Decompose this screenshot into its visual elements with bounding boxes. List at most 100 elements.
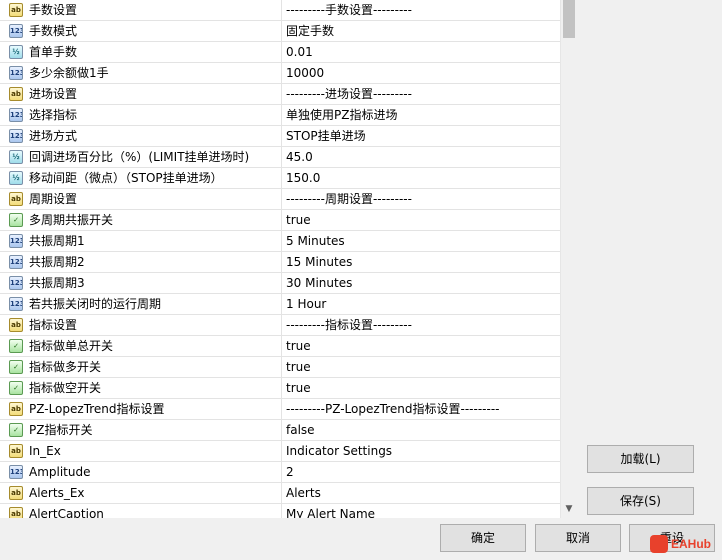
parameter-row[interactable]: 123 选择指标 单独使用PZ指标进场 xyxy=(0,105,560,126)
parameter-value[interactable]: Indicator Settings xyxy=(286,441,556,462)
double-type-icon: ½ xyxy=(9,171,23,185)
parameter-row[interactable]: ✓ 多周期共振开关 true xyxy=(0,210,560,231)
parameter-row[interactable]: ab 指标设置 ---------指标设置--------- xyxy=(0,315,560,336)
column-divider xyxy=(281,0,282,21)
parameter-row[interactable]: ab 进场设置 ---------进场设置--------- xyxy=(0,84,560,105)
parameter-value[interactable]: Alerts xyxy=(286,483,556,504)
parameter-name: 多周期共振开关 xyxy=(29,213,114,227)
string-type-icon: ab xyxy=(9,3,23,17)
parameter-name: 共振周期2 xyxy=(29,255,85,269)
parameter-value[interactable]: 15 Minutes xyxy=(286,252,556,273)
parameter-name: Amplitude xyxy=(29,465,91,479)
vertical-scrollbar[interactable]: ▼ xyxy=(560,0,576,518)
parameter-value[interactable]: ---------PZ-LopezTrend指标设置--------- xyxy=(286,399,556,420)
parameter-row[interactable]: ✓ 指标做多开关 true xyxy=(0,357,560,378)
column-divider xyxy=(281,357,282,378)
parameter-value[interactable]: ---------周期设置--------- xyxy=(286,189,556,210)
parameter-value[interactable]: 30 Minutes xyxy=(286,273,556,294)
parameter-name: AlertCaption xyxy=(29,507,104,518)
parameter-name: 若共振关闭时的运行周期 xyxy=(29,297,162,311)
bool-type-icon: ✓ xyxy=(9,381,23,395)
parameter-name: 移动间距（微点）（STOP挂单进场） xyxy=(29,171,223,185)
parameter-row[interactable]: 123 共振周期1 5 Minutes xyxy=(0,231,560,252)
bool-type-icon: ✓ xyxy=(9,339,23,353)
parameter-value[interactable]: ---------手数设置--------- xyxy=(286,0,556,21)
parameter-row[interactable]: 123 Amplitude 2 xyxy=(0,462,560,483)
parameter-value[interactable]: 固定手数 xyxy=(286,21,556,42)
parameter-name: 共振周期3 xyxy=(29,276,85,290)
parameter-row[interactable]: 123 进场方式 STOP挂单进场 xyxy=(0,126,560,147)
parameter-value[interactable]: 0.01 xyxy=(286,42,556,63)
parameter-name: 手数设置 xyxy=(29,3,78,17)
column-divider xyxy=(281,147,282,168)
string-type-icon: ab xyxy=(9,486,23,500)
parameter-name: 选择指标 xyxy=(29,108,78,122)
parameter-value[interactable]: false xyxy=(286,420,556,441)
parameter-name: Alerts_Ex xyxy=(29,486,85,500)
parameter-value[interactable]: 150.0 xyxy=(286,168,556,189)
column-divider xyxy=(281,189,282,210)
save-button[interactable]: 保存(S) xyxy=(587,487,694,515)
parameter-row[interactable]: ab 手数设置 ---------手数设置--------- xyxy=(0,0,560,21)
column-divider xyxy=(281,252,282,273)
parameter-value[interactable]: true xyxy=(286,210,556,231)
integer-type-icon: 123 xyxy=(9,297,23,311)
parameter-name: 多少余额做1手 xyxy=(29,66,109,80)
column-divider xyxy=(281,168,282,189)
ok-button[interactable]: 确定 xyxy=(440,524,526,552)
column-divider xyxy=(281,273,282,294)
parameter-value[interactable]: 5 Minutes xyxy=(286,231,556,252)
parameter-value[interactable]: true xyxy=(286,357,556,378)
parameter-value[interactable]: 2 xyxy=(286,462,556,483)
parameter-row[interactable]: ✓ 指标做空开关 true xyxy=(0,378,560,399)
parameter-row[interactable]: ab AlertCaption My Alert Name xyxy=(0,504,560,518)
column-divider xyxy=(281,399,282,420)
string-type-icon: ab xyxy=(9,318,23,332)
parameter-name: PZ指标开关 xyxy=(29,423,93,437)
column-divider xyxy=(281,42,282,63)
parameter-row[interactable]: ab 周期设置 ---------周期设置--------- xyxy=(0,189,560,210)
parameter-value[interactable]: ---------进场设置--------- xyxy=(286,84,556,105)
integer-type-icon: 123 xyxy=(9,465,23,479)
column-divider xyxy=(281,420,282,441)
parameter-value[interactable]: 45.0 xyxy=(286,147,556,168)
parameter-name: 手数模式 xyxy=(29,24,78,38)
parameter-row[interactable]: 123 手数模式 固定手数 xyxy=(0,21,560,42)
string-type-icon: ab xyxy=(9,87,23,101)
string-type-icon: ab xyxy=(9,402,23,416)
cancel-button[interactable]: 取消 xyxy=(535,524,621,552)
parameter-row[interactable]: 123 共振周期3 30 Minutes xyxy=(0,273,560,294)
parameter-row[interactable]: ✓ PZ指标开关 false xyxy=(0,420,560,441)
column-divider xyxy=(281,126,282,147)
integer-type-icon: 123 xyxy=(9,24,23,38)
parameter-name: 指标设置 xyxy=(29,318,78,332)
parameter-name: 指标做多开关 xyxy=(29,360,102,374)
scrollbar-thumb[interactable] xyxy=(563,0,575,38)
integer-type-icon: 123 xyxy=(9,108,23,122)
parameter-value[interactable]: 10000 xyxy=(286,63,556,84)
parameter-row[interactable]: ✓ 指标做单总开关 true xyxy=(0,336,560,357)
column-divider xyxy=(281,294,282,315)
column-divider xyxy=(281,315,282,336)
parameter-row[interactable]: ab PZ-LopezTrend指标设置 ---------PZ-LopezTren… xyxy=(0,399,560,420)
load-button[interactable]: 加载(L) xyxy=(587,445,694,473)
parameter-row[interactable]: ab Alerts_Ex Alerts xyxy=(0,483,560,504)
parameter-value[interactable]: true xyxy=(286,378,556,399)
parameter-value[interactable]: ---------指标设置--------- xyxy=(286,315,556,336)
scroll-down-arrow-icon[interactable]: ▼ xyxy=(561,501,577,517)
parameter-row[interactable]: 123 多少余额做1手 10000 xyxy=(0,63,560,84)
string-type-icon: ab xyxy=(9,192,23,206)
parameter-name: 进场方式 xyxy=(29,129,78,143)
parameter-row[interactable]: ½ 首单手数 0.01 xyxy=(0,42,560,63)
watermark-text: EAHub xyxy=(671,537,711,551)
parameter-value[interactable]: 单独使用PZ指标进场 xyxy=(286,105,556,126)
parameter-row[interactable]: 123 共振周期2 15 Minutes xyxy=(0,252,560,273)
parameter-row[interactable]: ½ 回调进场百分比（%）(LIMIT挂单进场时) 45.0 xyxy=(0,147,560,168)
parameter-row[interactable]: ½ 移动间距（微点）（STOP挂单进场） 150.0 xyxy=(0,168,560,189)
parameter-value[interactable]: STOP挂单进场 xyxy=(286,126,556,147)
parameter-row[interactable]: ab In_Ex Indicator Settings xyxy=(0,441,560,462)
parameter-value[interactable]: My Alert Name xyxy=(286,504,556,518)
parameter-row[interactable]: 123 若共振关闭时的运行周期 1 Hour xyxy=(0,294,560,315)
parameter-value[interactable]: 1 Hour xyxy=(286,294,556,315)
parameter-value[interactable]: true xyxy=(286,336,556,357)
